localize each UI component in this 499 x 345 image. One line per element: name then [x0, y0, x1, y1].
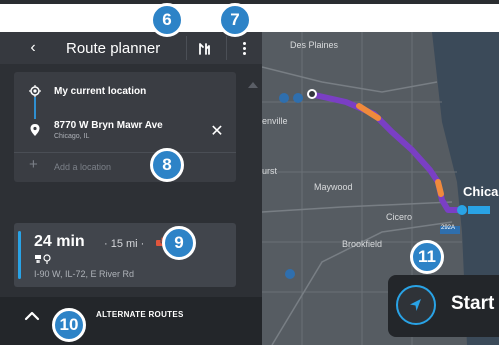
arrow-icon [410, 299, 421, 311]
dot [243, 47, 246, 50]
selected-indicator [18, 231, 21, 279]
origin-label: My current location [54, 86, 147, 97]
callout-11: 11 [410, 240, 444, 274]
route-options-icon [199, 43, 210, 55]
route-distance: · 15 mi · [104, 238, 145, 250]
map-label-chicago: Chica [463, 184, 499, 199]
dot [243, 42, 246, 45]
map-label-rosemont: enville [262, 116, 288, 126]
callout-7: 7 [218, 3, 252, 37]
callout-6: 6 [150, 3, 184, 37]
destination-city: Chicago, IL [54, 133, 90, 140]
start-button[interactable]: Start [388, 275, 499, 337]
stop-row-origin[interactable]: My current location [14, 72, 236, 112]
map-label-hurst: urst [262, 166, 278, 176]
destination-pin-icon [30, 124, 40, 136]
route-options-button[interactable] [194, 38, 218, 60]
map-label-des-plaines: Des Plaines [290, 40, 339, 50]
destination-label: 8770 W Bryn Mawr Ave [54, 120, 163, 131]
dot [243, 52, 246, 55]
alternate-routes-label: ALTERNATE ROUTES [96, 310, 184, 319]
current-location-icon [29, 85, 41, 97]
route-option-card[interactable]: 24 min · 15 mi · I-90 W, IL-72, E River … [14, 223, 236, 287]
start-label: Start [451, 293, 495, 314]
map-label-cicero: Cicero [386, 212, 413, 222]
route-roads: I-90 W, IL-72, E River Rd [34, 269, 135, 279]
route-features-icon [35, 254, 51, 264]
scrollbar[interactable] [243, 78, 262, 330]
map-label-maywood: Maywood [314, 182, 353, 192]
chevron-up-icon[interactable] [24, 311, 40, 321]
callout-9: 9 [162, 226, 196, 260]
card-divider [14, 152, 236, 153]
page-title: Route planner [66, 40, 161, 57]
panel-header: ‹ Route planner [0, 32, 262, 64]
route-planner-panel: ‹ Route planner My current location 8770… [0, 32, 262, 345]
back-button[interactable]: ‹ [22, 38, 44, 60]
remove-destination-button[interactable]: ✕ [210, 124, 224, 140]
callout-8: 8 [150, 148, 184, 182]
route-features [34, 254, 54, 266]
add-location-input[interactable]: Add a location [54, 162, 111, 172]
screen: Des Plaines enville urst Maywood Cicero … [0, 0, 499, 345]
highway-shield-label: 292A [441, 225, 456, 231]
route-duration: 24 min [34, 233, 85, 250]
stops-card: My current location 8770 W Bryn Mawr Ave… [14, 72, 236, 182]
header-divider [186, 36, 187, 60]
add-icon[interactable]: + [29, 156, 38, 173]
stop-row-destination[interactable]: 8770 W Bryn Mawr Ave Chicago, IL [14, 112, 236, 152]
callout-10: 10 [52, 308, 86, 342]
navigation-arrow-icon [396, 285, 436, 325]
more-options-button[interactable] [236, 38, 252, 60]
alternate-routes-bar[interactable]: ALTERNATE ROUTES [0, 297, 262, 345]
map-label-brookfield: Brookfield [342, 239, 383, 249]
device-edge [0, 0, 499, 4]
header-divider [226, 36, 227, 60]
scroll-up-icon[interactable] [248, 82, 258, 88]
